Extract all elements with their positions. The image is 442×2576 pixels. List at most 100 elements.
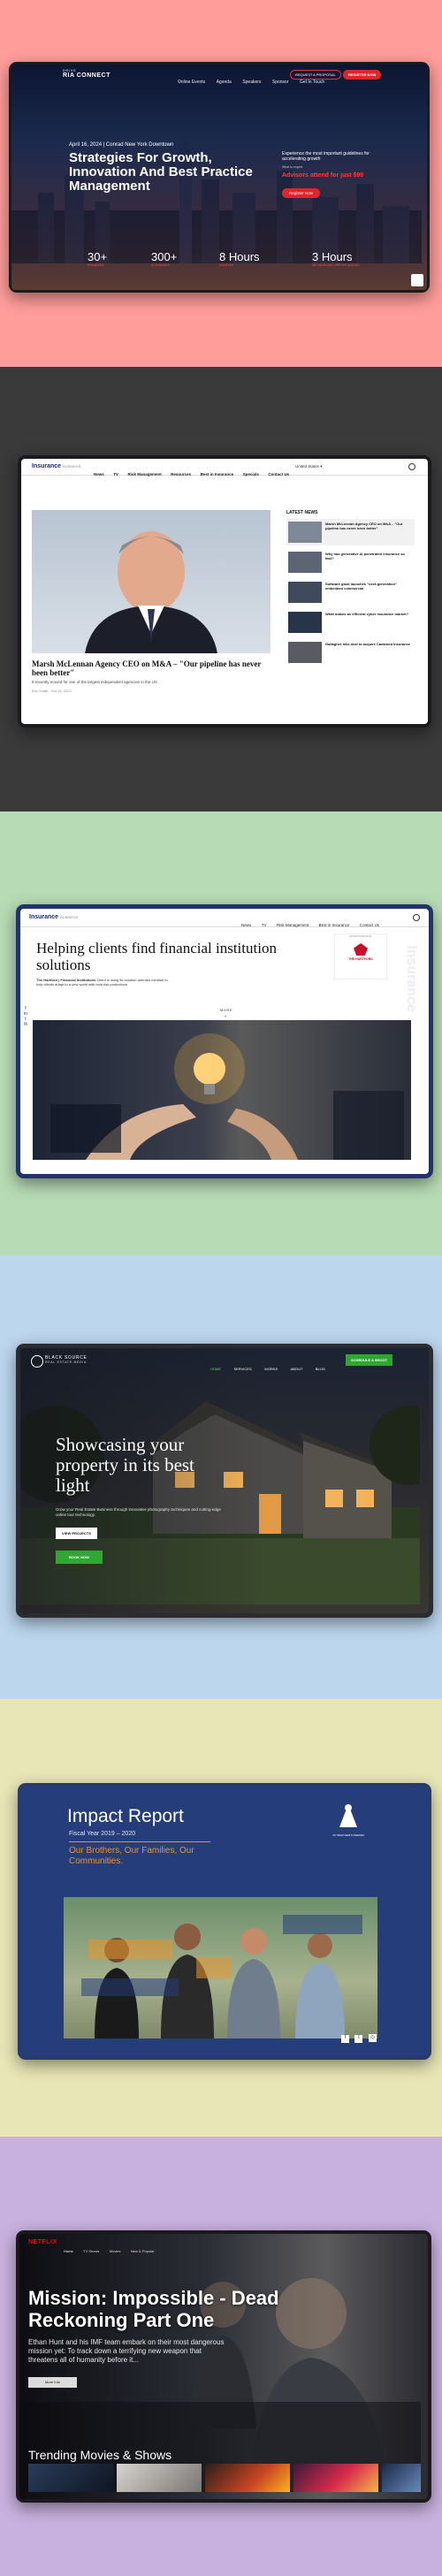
ria-event-date: April 16, 2024 | Conrad New York Downtow…	[69, 142, 174, 148]
hf-logo-text: Insurance	[29, 914, 59, 920]
news-title: What makes an efficient cyber insurance …	[325, 612, 409, 616]
news-thumbnail	[288, 582, 322, 603]
stat-value: 8 Hours	[219, 250, 260, 263]
news-thumbnail	[288, 552, 322, 573]
search-icon[interactable]	[408, 463, 415, 470]
hf-more-label[interactable]: MORE	[220, 1008, 232, 1012]
nav-tv[interactable]: TV	[262, 923, 267, 927]
ir-screen: Impact Report Fiscal Year 2019 – 2020 Ou…	[21, 1787, 428, 2056]
list-item[interactable]	[28, 2464, 113, 2492]
ir-photo-overlay-blue-right	[283, 1915, 362, 1934]
view-projects-button[interactable]: VIEW PROJECTS	[56, 1528, 97, 1539]
twitter-icon[interactable]: t	[354, 2035, 363, 2043]
nav-specials[interactable]: Specials	[243, 472, 259, 476]
nav-news[interactable]: News	[241, 923, 251, 927]
nav-home[interactable]: Home	[64, 2249, 73, 2253]
list-item[interactable]	[382, 2464, 421, 2492]
ib-article-title[interactable]: Marsh McLennan Agency CEO on M&A – "Our …	[32, 659, 271, 677]
list-item[interactable]	[117, 2464, 202, 2492]
panel-impact-report: Impact Report Fiscal Year 2019 – 2020 Ou…	[0, 1699, 442, 2137]
ria-register-button[interactable]: Register Now	[282, 188, 321, 198]
region-select[interactable]: United States ▾	[295, 464, 323, 469]
latest-news-list: Marsh McLennan Agency CEO on M&A – "Our …	[286, 519, 415, 666]
request-proposal-button[interactable]: REQUEST A PROPOSAL	[290, 70, 341, 80]
more-info-button[interactable]: More Info	[28, 2377, 77, 2388]
nav-resources[interactable]: Resources	[171, 472, 191, 476]
mbk-logo-icon[interactable]: MY BROTHER'S KEEPER	[331, 1799, 366, 1837]
bs-logo-sub: REAL ESTATE MEDIA	[45, 1360, 88, 1364]
nf-title: Mission: Impossible - Dead Reckoning Par…	[28, 2287, 279, 2331]
panel-insurance-business: Insurance BUSINESS News TV Risk Managemen…	[0, 367, 442, 812]
list-item[interactable]: Gallagher inks deal to acquire Cadwood I…	[286, 639, 415, 666]
nav-get-in-touch[interactable]: Get In Touch	[300, 80, 324, 85]
ceo-portrait-image	[85, 531, 217, 653]
ria-early-price: Advisors attend for just $99	[282, 172, 364, 179]
nav-tv-shows[interactable]: TV Shows	[83, 2249, 99, 2253]
list-item[interactable]	[293, 2464, 378, 2492]
nav-home[interactable]: HOME	[210, 1367, 221, 1371]
ria-navbar: DRIVE RIA CONNECT Online Events Agenda S…	[11, 65, 427, 85]
hf-nav: News TV Risk Management Best in Insuranc…	[241, 915, 385, 931]
nav-online-events[interactable]: Online Events	[178, 80, 205, 85]
bs-logo-mark-icon	[31, 1355, 43, 1368]
panel-netflix: NETFLIX Home TV Shows Movies New & Popul…	[0, 2137, 442, 2576]
ria-stat-attendees: 300+ ATTENDEES	[151, 250, 177, 267]
ria-logo[interactable]: DRIVE RIA CONNECT	[63, 69, 110, 79]
schedule-shoot-button[interactable]: SCHEDULE A SHOOT	[346, 1354, 393, 1366]
nav-blog[interactable]: BLOG	[316, 1367, 325, 1371]
nav-speakers[interactable]: Speakers	[242, 80, 261, 85]
ib-logo[interactable]: Insurance BUSINESS	[32, 463, 80, 469]
ir-year: Fiscal Year 2019 – 2020	[69, 1831, 136, 1837]
ria-stat-networking: 3 Hours NETWORKING OPPORTUNITIES	[312, 250, 360, 267]
device-frame: Impact Report Fiscal Year 2019 – 2020 Ou…	[18, 1783, 431, 2060]
list-item[interactable]: Why has generative AI penetrated insuran…	[286, 549, 415, 575]
ria-side-text: Experience the most important guidelines…	[282, 151, 370, 162]
news-title: Marsh McLennan Agency CEO on M&A – "Our …	[325, 522, 403, 530]
chevron-down-icon[interactable]: ⌄	[224, 1013, 227, 1018]
ib-article-image[interactable]	[32, 510, 271, 653]
ib-header: Insurance BUSINESS News TV Risk Managemen…	[21, 459, 428, 476]
book-now-button[interactable]: BOOK NOW	[56, 1551, 103, 1564]
facebook-icon[interactable]: f	[341, 2035, 349, 2043]
nav-risk-management[interactable]: Risk Management	[127, 472, 161, 476]
nav-works[interactable]: WORKS	[264, 1367, 278, 1371]
nav-best-in-insurance[interactable]: Best in Insurance	[201, 472, 234, 476]
ir-social: f t ◎	[341, 2027, 377, 2043]
stat-value: 300+	[151, 250, 178, 263]
nav-new-popular[interactable]: New & Popular	[131, 2249, 155, 2253]
nav-services[interactable]: SERVICES	[233, 1367, 251, 1371]
hf-hero-image	[33, 1020, 411, 1160]
nav-best-in-insurance[interactable]: Best in Insurance	[319, 923, 350, 927]
list-item[interactable]: What makes an efficient cyber insurance …	[286, 609, 415, 636]
search-icon[interactable]	[413, 914, 420, 921]
hf-ad[interactable]: ADVERTISEMENT THE HARTFORD	[334, 934, 387, 979]
nav-agenda[interactable]: Agenda	[217, 80, 232, 85]
ib-logo-suffix: BUSINESS	[63, 464, 81, 469]
ib-logo-text: Insurance	[32, 463, 62, 469]
hf-body: The Hartford | Financial Institutions Cl…	[36, 978, 169, 987]
nf-logo[interactable]: NETFLIX	[28, 2239, 57, 2245]
ad-brand: THE HARTFORD	[348, 957, 373, 961]
chevron-down-icon: ▾	[320, 464, 323, 469]
nav-sponsor[interactable]: Sponsor	[272, 80, 289, 85]
bs-logo[interactable]: BLACK SOURCE REAL ESTATE MEDIA	[31, 1355, 88, 1368]
list-item[interactable]: Marsh McLennan Agency CEO on M&A – "Our …	[286, 519, 415, 545]
nav-movies[interactable]: Movies	[110, 2249, 121, 2253]
stat-label: ATTENDEES	[151, 263, 170, 267]
mbk-logo-mark	[339, 1804, 357, 1827]
register-now-nav-button[interactable]: REGISTER NOW	[343, 70, 382, 80]
list-item[interactable]: Software giant launches "next-generation…	[286, 579, 415, 606]
nav-contact-us[interactable]: Contact Us	[268, 472, 289, 476]
nav-risk-management[interactable]: Risk Management	[277, 923, 309, 927]
hf-logo[interactable]: Insurance BUSINESS	[29, 914, 78, 920]
bs-nav: HOME SERVICES WORKS ABOUT BLOG	[210, 1359, 334, 1375]
nav-news[interactable]: News	[94, 472, 104, 476]
list-item[interactable]	[205, 2464, 290, 2492]
latest-news-heading: LATEST NEWS	[286, 510, 318, 515]
nav-contact-us[interactable]: Contact Us	[360, 923, 379, 927]
nav-tv[interactable]: TV	[113, 472, 118, 476]
mail-icon[interactable]: ✉	[22, 1022, 29, 1027]
nav-about[interactable]: ABOUT	[291, 1367, 303, 1371]
instagram-icon[interactable]: ◎	[368, 2034, 377, 2042]
ir-title: Impact Report	[67, 1806, 184, 1826]
